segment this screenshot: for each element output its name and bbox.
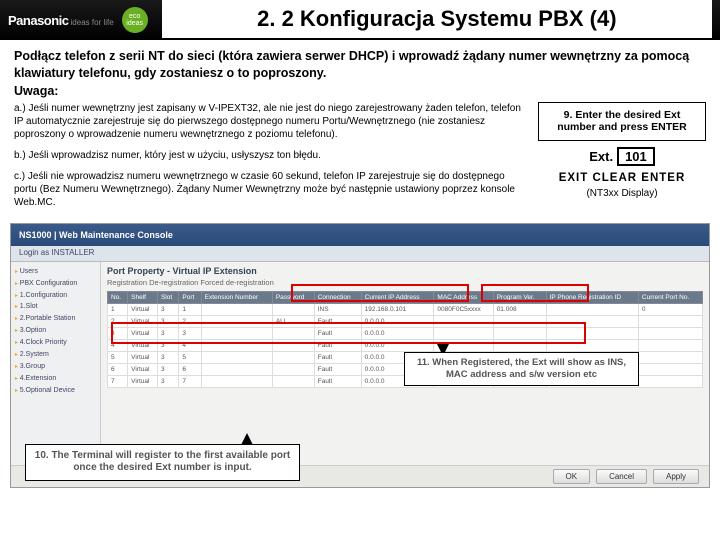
nav-item[interactable]: 3.Group <box>15 361 96 373</box>
eco-badge: eco ideas <box>122 7 148 33</box>
apply-button[interactable]: Apply <box>653 469 699 484</box>
nav-item[interactable]: 2.Portable Station <box>15 313 96 325</box>
brand-tagline: ideas for life <box>71 18 114 27</box>
step9-panel: 9. Enter the desired Ext number and pres… <box>538 102 706 217</box>
ok-button[interactable]: OK <box>553 469 591 484</box>
phone-buttons: EXIT CLEAR ENTER <box>538 172 706 184</box>
note-c: c.) Jeśli nie wprowadzisz numeru wewnętr… <box>14 170 528 209</box>
panel-title: Port Property - Virtual IP Extension <box>107 266 703 276</box>
nav-item[interactable]: 3.Option <box>15 325 96 337</box>
login-bar: Login as INSTALLER <box>11 246 709 262</box>
note-a: a.) Jeśli numer wewnętrzny jest zapisany… <box>14 102 528 141</box>
ext-value: 101 <box>617 147 655 166</box>
slide-header: Panasonic ideas for life eco ideas 2. 2 … <box>0 0 720 40</box>
content-area: Podłącz telefon z serii NT do sieci (któ… <box>0 40 720 217</box>
slide-title: 2. 2 Konfiguracja Systemu PBX (4) <box>162 0 712 40</box>
col-header: Port <box>179 291 201 303</box>
note-heading: Uwaga: <box>14 84 706 98</box>
cancel-button[interactable]: Cancel <box>596 469 647 484</box>
nav-item[interactable]: 1.Configuration <box>15 290 96 302</box>
nav-item[interactable]: 4.Extension <box>15 373 96 385</box>
col-header: Shelf <box>128 291 158 303</box>
nav-item[interactable]: Users <box>15 266 96 278</box>
nav-item[interactable]: 5.Optional Device <box>15 385 96 397</box>
display-label: (NT3xx Display) <box>538 188 706 199</box>
callout-10: 10. The Terminal will register to the fi… <box>25 444 300 481</box>
step9-box: 9. Enter the desired Ext number and pres… <box>538 102 706 141</box>
col-header: Slot <box>157 291 178 303</box>
window-titlebar: NS1000 | Web Maintenance Console <box>11 224 709 246</box>
highlight-row <box>111 322 586 344</box>
table-row[interactable]: 1Virtual31INS192.168.0.1010080F0C5xxxx01… <box>108 303 703 315</box>
ext-display-line: Ext. 101 <box>538 147 706 166</box>
nav-item[interactable]: 2.System <box>15 349 96 361</box>
notes-column: a.) Jeśli numer wewnętrzny jest zapisany… <box>14 102 528 217</box>
nav-tree: UsersPBX Configuration1.Configuration1.S… <box>11 262 101 467</box>
callout-11: 11. When Registered, the Ext will show a… <box>404 352 639 386</box>
col-header: Current Port No. <box>638 291 702 303</box>
col-header: No. <box>108 291 128 303</box>
col-header: Extension Number <box>201 291 272 303</box>
nav-item[interactable]: PBX Configuration <box>15 278 96 290</box>
highlight-col-conn <box>291 284 469 302</box>
webmc-screenshot: NS1000 | Web Maintenance Console Login a… <box>10 223 710 488</box>
nav-item[interactable]: 1.Slot <box>15 301 96 313</box>
highlight-col-regid <box>481 284 589 302</box>
nav-item[interactable]: 4.Clock Priority <box>15 337 96 349</box>
ext-label: Ext. <box>589 149 613 164</box>
intro-text: Podłącz telefon z serii NT do sieci (któ… <box>14 48 706 82</box>
note-b: b.) Jeśli wprowadzisz numer, który jest … <box>14 149 528 162</box>
brand-logo: Panasonic <box>8 13 69 28</box>
